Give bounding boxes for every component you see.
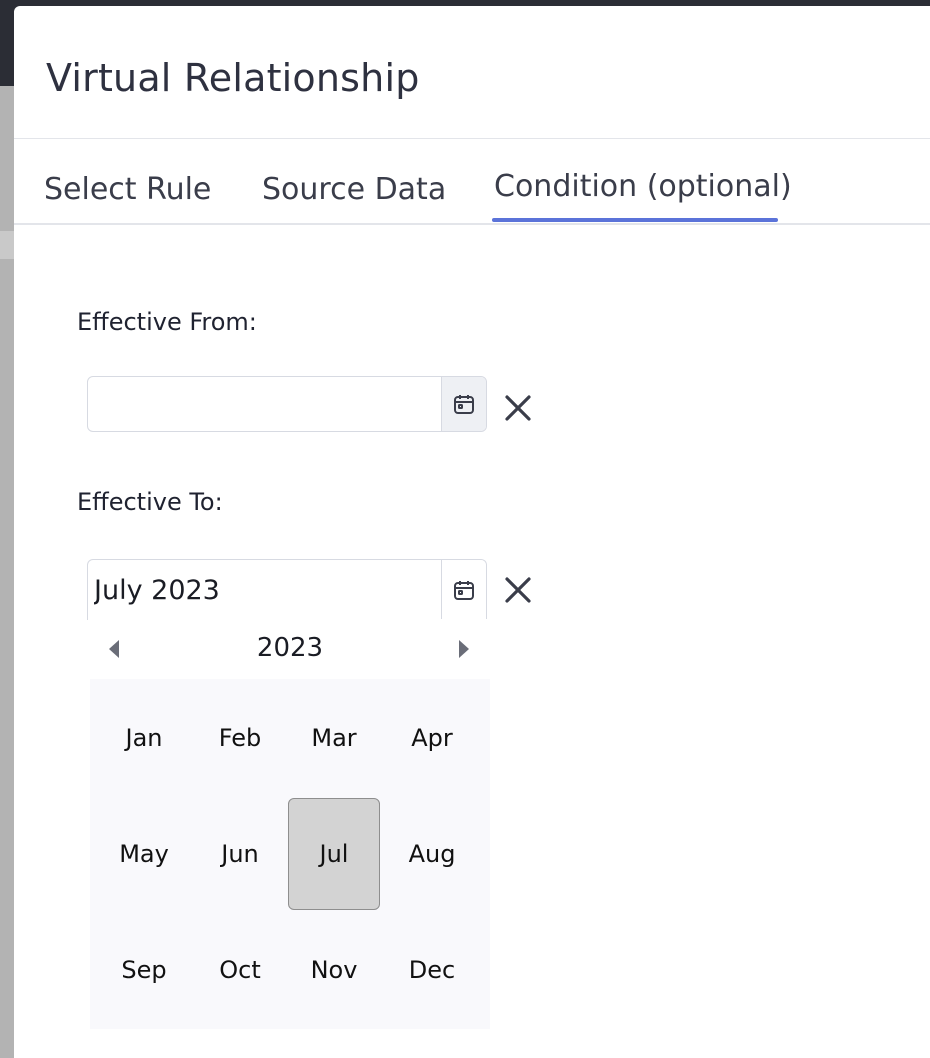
effective-to-clear-button[interactable] [502, 574, 534, 606]
effective-to-calendar-button[interactable] [441, 560, 486, 620]
effective-from-label: Effective From: [77, 308, 257, 336]
effective-to-label: Effective To: [77, 488, 223, 516]
tab-select-rule[interactable]: Select Rule [44, 172, 211, 207]
effective-from-clear-button[interactable] [502, 392, 534, 424]
month-mar[interactable]: Mar [288, 682, 380, 794]
calendar-icon [454, 395, 474, 414]
dialog-header: Virtual Relationship [14, 6, 930, 139]
month-aug[interactable]: Aug [386, 798, 478, 910]
virtual-relationship-dialog: Virtual Relationship Select Rule Source … [14, 6, 930, 1058]
month-may[interactable]: May [98, 798, 190, 910]
caret-right-icon [459, 640, 469, 658]
month-feb[interactable]: Feb [194, 682, 286, 794]
tab-condition[interactable]: Condition (optional) [494, 169, 792, 204]
month-picker-header: 2023 [90, 619, 490, 679]
month-picker: 2023 Jan Feb Mar Apr May Jun Jul Aug Sep Oct Nov De… [90, 619, 490, 1029]
month-apr[interactable]: Apr [386, 682, 478, 794]
month-nov[interactable]: Nov [288, 914, 380, 1026]
tab-bar: Select Rule Source Data Condition (optio… [14, 139, 930, 225]
effective-from-field [87, 376, 487, 432]
month-jan[interactable]: Jan [98, 682, 190, 794]
effective-from-calendar-button[interactable] [441, 377, 486, 431]
month-oct[interactable]: Oct [194, 914, 286, 1026]
dialog-title: Virtual Relationship [46, 56, 420, 100]
month-dec[interactable]: Dec [386, 914, 478, 1026]
month-picker-year: 2023 [256, 633, 324, 663]
effective-from-input[interactable] [88, 377, 440, 431]
background-app-edge [0, 86, 14, 1058]
month-grid: Jan Feb Mar Apr May Jun Jul Aug Sep Oct Nov Dec [90, 679, 490, 1029]
calendar-icon [454, 581, 474, 600]
month-jun[interactable]: Jun [194, 798, 286, 910]
close-icon [505, 577, 531, 603]
next-year-button[interactable] [452, 637, 476, 661]
effective-to-field [87, 559, 487, 620]
active-tab-indicator [492, 218, 778, 222]
tab-source-data[interactable]: Source Data [262, 172, 446, 207]
month-sep[interactable]: Sep [98, 914, 190, 1026]
close-icon [505, 395, 531, 421]
effective-to-input[interactable] [88, 560, 440, 620]
month-jul[interactable]: Jul [288, 798, 380, 910]
